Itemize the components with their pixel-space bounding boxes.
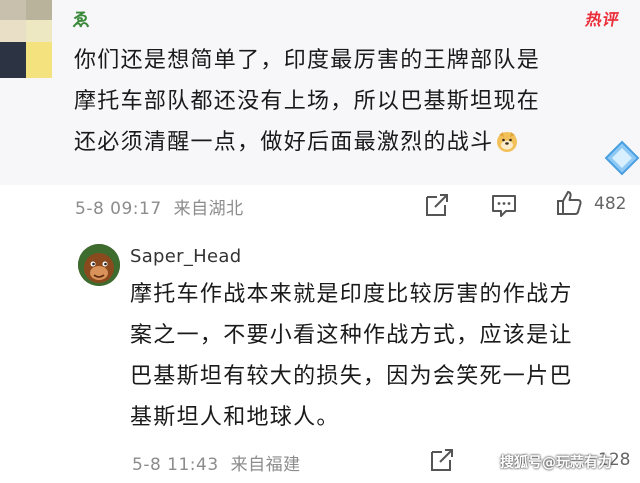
share-icon[interactable] (423, 191, 451, 219)
reply-line: 摩托车作战本来就是印度比较厉害的作战方 (130, 282, 573, 307)
reply-avatar[interactable] (78, 244, 120, 286)
comment-time: 5-8 09:17 (75, 199, 162, 219)
diamond-badge-icon (604, 140, 640, 176)
hot-comment-badge: 热评 (584, 10, 622, 29)
reply-icon[interactable] (490, 191, 518, 219)
watermark: 搜狐号@玩蒜有力 (500, 455, 612, 471)
reply-line: 案之一，不要小看这种作战方式，应该是让 (130, 323, 573, 348)
like-count: 482 (594, 194, 627, 214)
comment-username[interactable]: ゑ (72, 6, 90, 32)
reply-text: 摩托车作战本来就是印度比较厉害的作战方 案之一，不要小看这种作战方式，应该是让 … (130, 274, 630, 438)
monkey-avatar-icon (78, 244, 120, 286)
like-thumb-icon[interactable] (555, 189, 583, 217)
comment-location: 来自湖北 (173, 199, 244, 219)
reply-share-icon[interactable] (428, 446, 456, 474)
comment-line: 你们还是想简单了，印度最厉害的王牌部队是 (74, 48, 541, 73)
comment-line-text: 还必须清醒一点，做好后面最激烈的战斗 (74, 130, 494, 155)
avatar[interactable] (0, 0, 52, 78)
main-comment: ゑ 热评 你们还是想简单了，印度最厉害的王牌部队是 摩托车部队都还没有上场，所以… (0, 0, 640, 185)
comment-line-last: 还必须清醒一点，做好后面最激烈的战斗 (74, 122, 614, 163)
reply-time: 5-8 11:43 (132, 455, 219, 475)
reply-username[interactable]: Saper_Head (130, 246, 241, 267)
doge-emoji-icon (497, 132, 518, 152)
reply-line: 基斯坦人和地球人。 (130, 405, 340, 430)
reply-meta: 5-8 11:43 来自福建 (132, 450, 301, 475)
comment-line: 摩托车部队都还没有上场，所以巴基斯坦现在 (74, 89, 541, 114)
comment-text: 你们还是想简单了，印度最厉害的王牌部队是 摩托车部队都还没有上场，所以巴基斯坦现… (74, 40, 614, 163)
reply-location: 来自福建 (230, 455, 301, 475)
reply-line: 巴基斯坦有较大的损失，因为会笑死一片巴 (130, 364, 573, 389)
comment-meta: 5-8 09:17 来自湖北 (75, 194, 244, 219)
